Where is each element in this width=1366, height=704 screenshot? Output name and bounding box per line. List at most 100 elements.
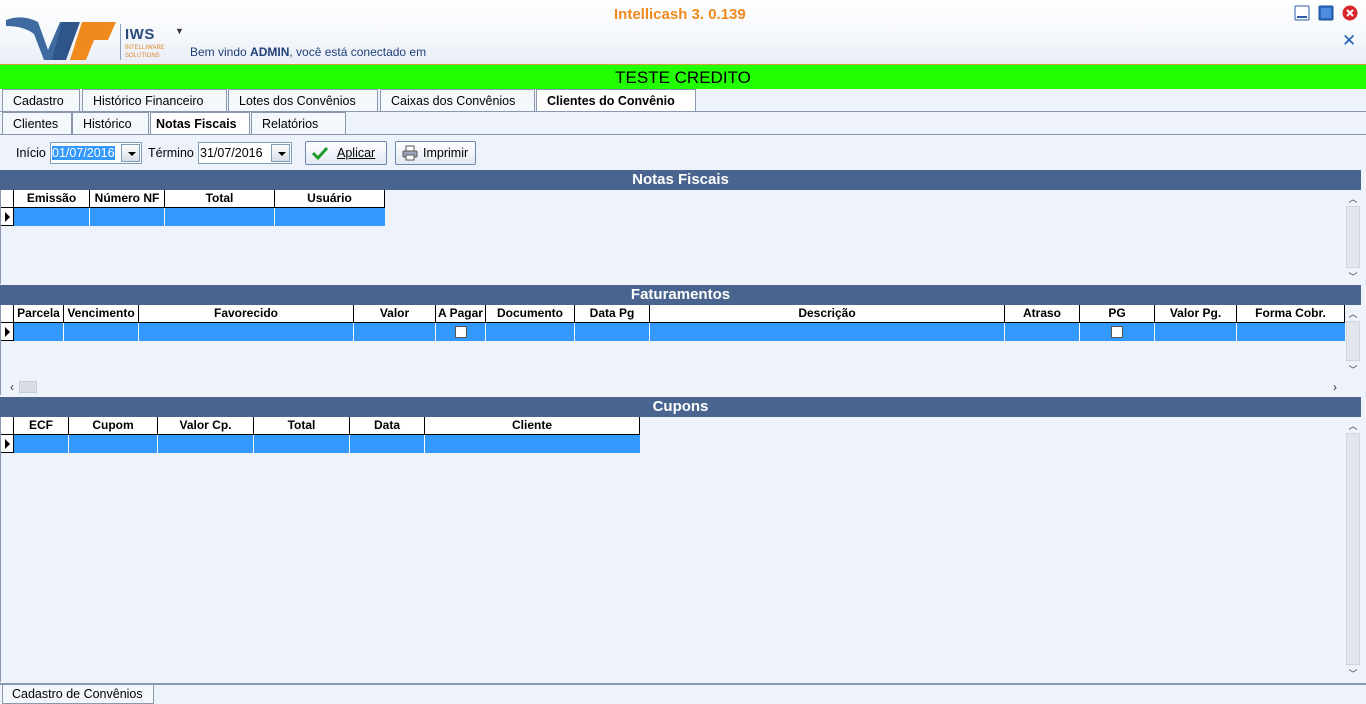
main-tab-bar: Cadastro Histórico Financeiro Lotes dos … [0, 89, 1366, 112]
tab-clientes-convenio[interactable]: Clientes do Convênio [536, 89, 696, 112]
col-favorecido[interactable]: Favorecido [139, 305, 354, 323]
col-valor-pg[interactable]: Valor Pg. [1155, 305, 1237, 323]
col-cupom[interactable]: Cupom [69, 417, 158, 435]
logo-subtitle-1: INTELLIWARE [125, 45, 165, 51]
close-tab-icon[interactable]: ✕ [1342, 31, 1356, 51]
faturamentos-hscroll[interactable]: ‹ › [1, 379, 1346, 395]
tab-notas-fiscais[interactable]: Notas Fiscais [150, 112, 250, 135]
tab-label: Histórico [83, 117, 132, 131]
col-pg[interactable]: PG [1080, 305, 1155, 323]
print-button[interactable]: Imprimir [395, 141, 476, 165]
tab-caixas-convenios[interactable]: Caixas dos Convênios [380, 89, 535, 112]
a-pagar-checkbox[interactable] [455, 326, 467, 338]
scroll-thumb[interactable] [1346, 321, 1360, 361]
termino-date-picker[interactable]: 31/07/2016 [198, 142, 292, 164]
cell [14, 208, 90, 226]
iws-logo-icon [6, 17, 116, 60]
menu-caret-icon[interactable]: ▼ [175, 26, 184, 36]
pg-checkbox[interactable] [1111, 326, 1123, 338]
sub-tab-bar: Clientes Histórico Notas Fiscais Relatór… [0, 112, 1366, 135]
tab-historico[interactable]: Histórico [72, 112, 149, 135]
scroll-down-icon[interactable]: ﹀ [1345, 363, 1361, 377]
cell [354, 323, 436, 341]
inicio-date-value: 01/07/2016 [52, 146, 115, 160]
close-icon[interactable] [1342, 5, 1358, 21]
faturamentos-grid: Parcela Vencimento Favorecido Valor A Pa… [0, 305, 1361, 395]
inicio-label: Início [16, 146, 46, 160]
col-forma-cobr[interactable]: Forma Cobr. [1237, 305, 1345, 323]
tab-label: Caixas dos Convênios [391, 94, 516, 108]
cell [165, 208, 275, 226]
col-total[interactable]: Total [254, 417, 350, 435]
scroll-down-icon[interactable]: ﹀ [1345, 667, 1361, 681]
tab-label: Clientes do Convênio [547, 94, 675, 108]
welcome-user: ADMIN [250, 45, 290, 59]
scroll-thumb[interactable] [1346, 433, 1360, 665]
col-ecf[interactable]: ECF [14, 417, 69, 435]
company-name: TESTE CREDITO [615, 68, 751, 87]
chevron-down-icon[interactable] [271, 144, 290, 162]
col-atraso[interactable]: Atraso [1005, 305, 1080, 323]
logo-subtitle-2: SOLUTIONS [125, 53, 160, 59]
tab-cadastro[interactable]: Cadastro [2, 89, 80, 112]
cell [436, 323, 486, 341]
scroll-down-icon[interactable]: ﹀ [1345, 270, 1361, 284]
col-data[interactable]: Data [350, 417, 425, 435]
cell [486, 323, 575, 341]
scroll-thumb[interactable] [1346, 206, 1360, 268]
table-row[interactable] [14, 435, 640, 453]
col-a-pagar[interactable]: A Pagar [436, 305, 486, 323]
cupons-grid: ECF Cupom Valor Cp. Total Data Cliente ︿… [0, 417, 1361, 682]
apply-label: Aplicar [337, 146, 376, 160]
tab-historico-financeiro[interactable]: Histórico Financeiro [82, 89, 227, 112]
welcome-message: Bem vindo ADMIN, você está conectado em [190, 45, 426, 59]
scroll-left-icon[interactable]: ‹ [5, 379, 19, 395]
cell [139, 323, 354, 341]
apply-button[interactable]: Aplicar [305, 141, 387, 165]
notas-vscroll[interactable]: ︿ ﹀ [1345, 190, 1361, 284]
logo-divider [120, 24, 121, 60]
scroll-up-icon[interactable]: ︿ [1345, 192, 1361, 206]
col-parcela[interactable]: Parcela [14, 305, 64, 323]
cell [1005, 323, 1080, 341]
maximize-icon[interactable] [1318, 5, 1334, 21]
faturamentos-vscroll[interactable]: ︿ ﹀ [1345, 305, 1361, 379]
row-indicator-icon [1, 435, 14, 453]
minimize-icon[interactable] [1294, 5, 1310, 21]
tab-clientes[interactable]: Clientes [2, 112, 72, 135]
cupons-header: Cupons [0, 397, 1361, 417]
table-row[interactable] [14, 323, 1345, 341]
col-valor[interactable]: Valor [354, 305, 436, 323]
col-documento[interactable]: Documento [486, 305, 575, 323]
tab-lotes-convenios[interactable]: Lotes dos Convênios [228, 89, 378, 112]
tab-cadastro-convenios[interactable]: Cadastro de Convênios [2, 685, 154, 704]
scroll-up-icon[interactable]: ︿ [1345, 307, 1361, 321]
cell [575, 323, 650, 341]
cell [90, 208, 165, 226]
chevron-down-icon[interactable] [121, 144, 140, 162]
col-total[interactable]: Total [165, 190, 275, 208]
col-descricao[interactable]: Descrição [650, 305, 1005, 323]
scroll-thumb[interactable] [19, 381, 37, 393]
col-usuario[interactable]: Usuário [275, 190, 385, 208]
faturamentos-header: Faturamentos [0, 285, 1361, 305]
col-valor-cp[interactable]: Valor Cp. [158, 417, 254, 435]
table-row[interactable] [14, 208, 385, 226]
tab-relatorios[interactable]: Relatórios [251, 112, 346, 135]
scroll-up-icon[interactable]: ︿ [1345, 419, 1361, 433]
grid-corner [1, 417, 14, 435]
cupons-vscroll[interactable]: ︿ ﹀ [1345, 417, 1361, 682]
col-data-pg[interactable]: Data Pg [575, 305, 650, 323]
col-vencimento[interactable]: Vencimento [64, 305, 139, 323]
tab-label: Cadastro [13, 94, 64, 108]
cell [254, 435, 350, 453]
inicio-date-picker[interactable]: 01/07/2016 [50, 142, 142, 164]
scroll-right-icon[interactable]: › [1328, 379, 1342, 395]
tab-label: Clientes [13, 117, 59, 131]
col-emissao[interactable]: Emissão [14, 190, 90, 208]
grid-corner [1, 305, 14, 323]
app-title: Intellicash 3. 0.139 [614, 6, 746, 23]
col-numero-nf[interactable]: Número NF [90, 190, 165, 208]
notas-fiscais-grid: Emissão Número NF Total Usuário ︿ ﹀ [0, 190, 1361, 284]
col-cliente[interactable]: Cliente [425, 417, 640, 435]
